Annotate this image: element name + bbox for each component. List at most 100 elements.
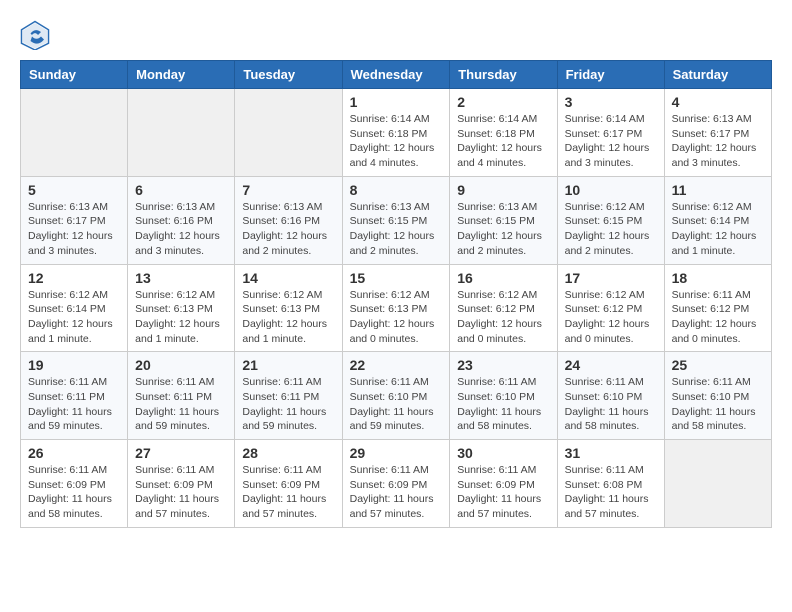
calendar-cell: 3 Sunrise: 6:14 AM Sunset: 6:17 PM Daylig… xyxy=(557,89,664,177)
day-number: 6 xyxy=(135,182,227,198)
day-number: 9 xyxy=(457,182,549,198)
calendar-cell: 8Sunrise: 6:13 AM Sunset: 6:15 PM Daylig… xyxy=(342,176,450,264)
day-number: 29 xyxy=(350,445,443,461)
calendar-cell: 25 Sunrise: 6:11 AM Sunset: 6:10 PM Dayli… xyxy=(664,352,771,440)
calendar-cell: 11 Sunrise: 6:12 AM Sunset: 6:14 PM Dayli… xyxy=(664,176,771,264)
calendar-cell: 6 Sunrise: 6:13 AM Sunset: 6:16 PM Daylig… xyxy=(128,176,235,264)
day-info: Sunrise: 6:11 AM Sunset: 6:10 PM Dayligh… xyxy=(457,375,549,434)
day-info: Sunrise: 6:11 AM Sunset: 6:08 PM Dayligh… xyxy=(565,463,657,522)
calendar-cell: 12 Sunrise: 6:12 AM Sunset: 6:14 PM Dayli… xyxy=(21,264,128,352)
day-info: Sunrise: 6:13 AM Sunset: 6:15 PM Dayligh… xyxy=(350,200,443,259)
day-info: Sunrise: 6:11 AM Sunset: 6:11 PM Dayligh… xyxy=(242,375,334,434)
day-number: 7 xyxy=(242,182,334,198)
day-info: Sunrise: 6:12 AM Sunset: 6:14 PM Dayligh… xyxy=(28,288,120,347)
day-header-saturday: Saturday xyxy=(664,61,771,89)
day-info: Sunrise: 6:12 AM Sunset: 6:13 PM Dayligh… xyxy=(350,288,443,347)
calendar-cell: 13 Sunrise: 6:12 AM Sunset: 6:13 PM Dayli… xyxy=(128,264,235,352)
day-header-tuesday: Tuesday xyxy=(235,61,342,89)
day-number: 1 xyxy=(350,94,443,110)
calendar-week-row: 12 Sunrise: 6:12 AM Sunset: 6:14 PM Dayli… xyxy=(21,264,772,352)
day-info: Sunrise: 6:11 AM Sunset: 6:09 PM Dayligh… xyxy=(242,463,334,522)
day-number: 16 xyxy=(457,270,549,286)
day-info: Sunrise: 6:11 AM Sunset: 6:09 PM Dayligh… xyxy=(28,463,120,522)
day-info: Sunrise: 6:13 AM Sunset: 6:16 PM Dayligh… xyxy=(242,200,334,259)
day-number: 12 xyxy=(28,270,120,286)
day-number: 26 xyxy=(28,445,120,461)
day-info: Sunrise: 6:13 AM Sunset: 6:17 PM Dayligh… xyxy=(28,200,120,259)
calendar-cell: 7 Sunrise: 6:13 AM Sunset: 6:16 PM Daylig… xyxy=(235,176,342,264)
day-info: Sunrise: 6:11 AM Sunset: 6:11 PM Dayligh… xyxy=(135,375,227,434)
day-info: Sunrise: 6:13 AM Sunset: 6:16 PM Dayligh… xyxy=(135,200,227,259)
logo-icon xyxy=(20,20,50,50)
day-info: Sunrise: 6:14 AM Sunset: 6:18 PM Dayligh… xyxy=(350,112,443,171)
calendar-week-row: 26 Sunrise: 6:11 AM Sunset: 6:09 PM Dayli… xyxy=(21,440,772,528)
day-number: 23 xyxy=(457,357,549,373)
day-header-sunday: Sunday xyxy=(21,61,128,89)
calendar-header-row: SundayMondayTuesdayWednesdayThursdayFrid… xyxy=(21,61,772,89)
calendar-cell: 14 Sunrise: 6:12 AM Sunset: 6:13 PM Dayli… xyxy=(235,264,342,352)
day-number: 2 xyxy=(457,94,549,110)
day-number: 10 xyxy=(565,182,657,198)
day-number: 21 xyxy=(242,357,334,373)
calendar-table: SundayMondayTuesdayWednesdayThursdayFrid… xyxy=(20,60,772,528)
day-header-thursday: Thursday xyxy=(450,61,557,89)
calendar-cell: 24 Sunrise: 6:11 AM Sunset: 6:10 PM Dayli… xyxy=(557,352,664,440)
calendar-cell: 30Sunrise: 6:11 AM Sunset: 6:09 PM Dayli… xyxy=(450,440,557,528)
day-info: Sunrise: 6:11 AM Sunset: 6:10 PM Dayligh… xyxy=(565,375,657,434)
calendar-cell: 9Sunrise: 6:13 AM Sunset: 6:15 PM Daylig… xyxy=(450,176,557,264)
calendar-cell: 5 Sunrise: 6:13 AM Sunset: 6:17 PM Daylig… xyxy=(21,176,128,264)
day-header-friday: Friday xyxy=(557,61,664,89)
calendar-cell: 4 Sunrise: 6:13 AM Sunset: 6:17 PM Daylig… xyxy=(664,89,771,177)
day-info: Sunrise: 6:11 AM Sunset: 6:12 PM Dayligh… xyxy=(672,288,764,347)
day-number: 11 xyxy=(672,182,764,198)
calendar-cell: 19Sunrise: 6:11 AM Sunset: 6:11 PM Dayli… xyxy=(21,352,128,440)
logo xyxy=(20,20,54,50)
day-info: Sunrise: 6:12 AM Sunset: 6:13 PM Dayligh… xyxy=(242,288,334,347)
day-number: 18 xyxy=(672,270,764,286)
day-info: Sunrise: 6:14 AM Sunset: 6:17 PM Dayligh… xyxy=(565,112,657,171)
day-info: Sunrise: 6:11 AM Sunset: 6:10 PM Dayligh… xyxy=(672,375,764,434)
day-info: Sunrise: 6:11 AM Sunset: 6:11 PM Dayligh… xyxy=(28,375,120,434)
calendar-cell: 1 Sunrise: 6:14 AM Sunset: 6:18 PM Daylig… xyxy=(342,89,450,177)
day-info: Sunrise: 6:12 AM Sunset: 6:13 PM Dayligh… xyxy=(135,288,227,347)
day-number: 25 xyxy=(672,357,764,373)
day-info: Sunrise: 6:12 AM Sunset: 6:12 PM Dayligh… xyxy=(457,288,549,347)
calendar-cell: 15 Sunrise: 6:12 AM Sunset: 6:13 PM Dayli… xyxy=(342,264,450,352)
calendar-cell: 23 Sunrise: 6:11 AM Sunset: 6:10 PM Dayli… xyxy=(450,352,557,440)
calendar-cell xyxy=(128,89,235,177)
calendar-week-row: 5 Sunrise: 6:13 AM Sunset: 6:17 PM Daylig… xyxy=(21,176,772,264)
day-info: Sunrise: 6:11 AM Sunset: 6:09 PM Dayligh… xyxy=(135,463,227,522)
calendar-cell: 10Sunrise: 6:12 AM Sunset: 6:15 PM Dayli… xyxy=(557,176,664,264)
day-info: Sunrise: 6:14 AM Sunset: 6:18 PM Dayligh… xyxy=(457,112,549,171)
day-number: 5 xyxy=(28,182,120,198)
calendar-cell: 26 Sunrise: 6:11 AM Sunset: 6:09 PM Dayli… xyxy=(21,440,128,528)
day-header-wednesday: Wednesday xyxy=(342,61,450,89)
day-number: 28 xyxy=(242,445,334,461)
calendar-cell: 21 Sunrise: 6:11 AM Sunset: 6:11 PM Dayli… xyxy=(235,352,342,440)
day-number: 15 xyxy=(350,270,443,286)
day-number: 13 xyxy=(135,270,227,286)
day-info: Sunrise: 6:12 AM Sunset: 6:14 PM Dayligh… xyxy=(672,200,764,259)
calendar-week-row: 19Sunrise: 6:11 AM Sunset: 6:11 PM Dayli… xyxy=(21,352,772,440)
calendar-cell: 22Sunrise: 6:11 AM Sunset: 6:10 PM Dayli… xyxy=(342,352,450,440)
page-header xyxy=(20,20,772,50)
day-number: 4 xyxy=(672,94,764,110)
calendar-cell xyxy=(21,89,128,177)
day-info: Sunrise: 6:13 AM Sunset: 6:17 PM Dayligh… xyxy=(672,112,764,171)
calendar-cell: 29 Sunrise: 6:11 AM Sunset: 6:09 PM Dayli… xyxy=(342,440,450,528)
day-number: 31 xyxy=(565,445,657,461)
day-number: 14 xyxy=(242,270,334,286)
calendar-cell: 27Sunrise: 6:11 AM Sunset: 6:09 PM Dayli… xyxy=(128,440,235,528)
calendar-cell: 31 Sunrise: 6:11 AM Sunset: 6:08 PM Dayli… xyxy=(557,440,664,528)
calendar-cell: 2 Sunrise: 6:14 AM Sunset: 6:18 PM Daylig… xyxy=(450,89,557,177)
calendar-cell xyxy=(664,440,771,528)
day-info: Sunrise: 6:12 AM Sunset: 6:12 PM Dayligh… xyxy=(565,288,657,347)
day-number: 24 xyxy=(565,357,657,373)
day-number: 17 xyxy=(565,270,657,286)
day-info: Sunrise: 6:11 AM Sunset: 6:10 PM Dayligh… xyxy=(350,375,443,434)
calendar-cell: 16 Sunrise: 6:12 AM Sunset: 6:12 PM Dayli… xyxy=(450,264,557,352)
day-info: Sunrise: 6:11 AM Sunset: 6:09 PM Dayligh… xyxy=(350,463,443,522)
day-number: 30 xyxy=(457,445,549,461)
day-number: 20 xyxy=(135,357,227,373)
day-number: 3 xyxy=(565,94,657,110)
